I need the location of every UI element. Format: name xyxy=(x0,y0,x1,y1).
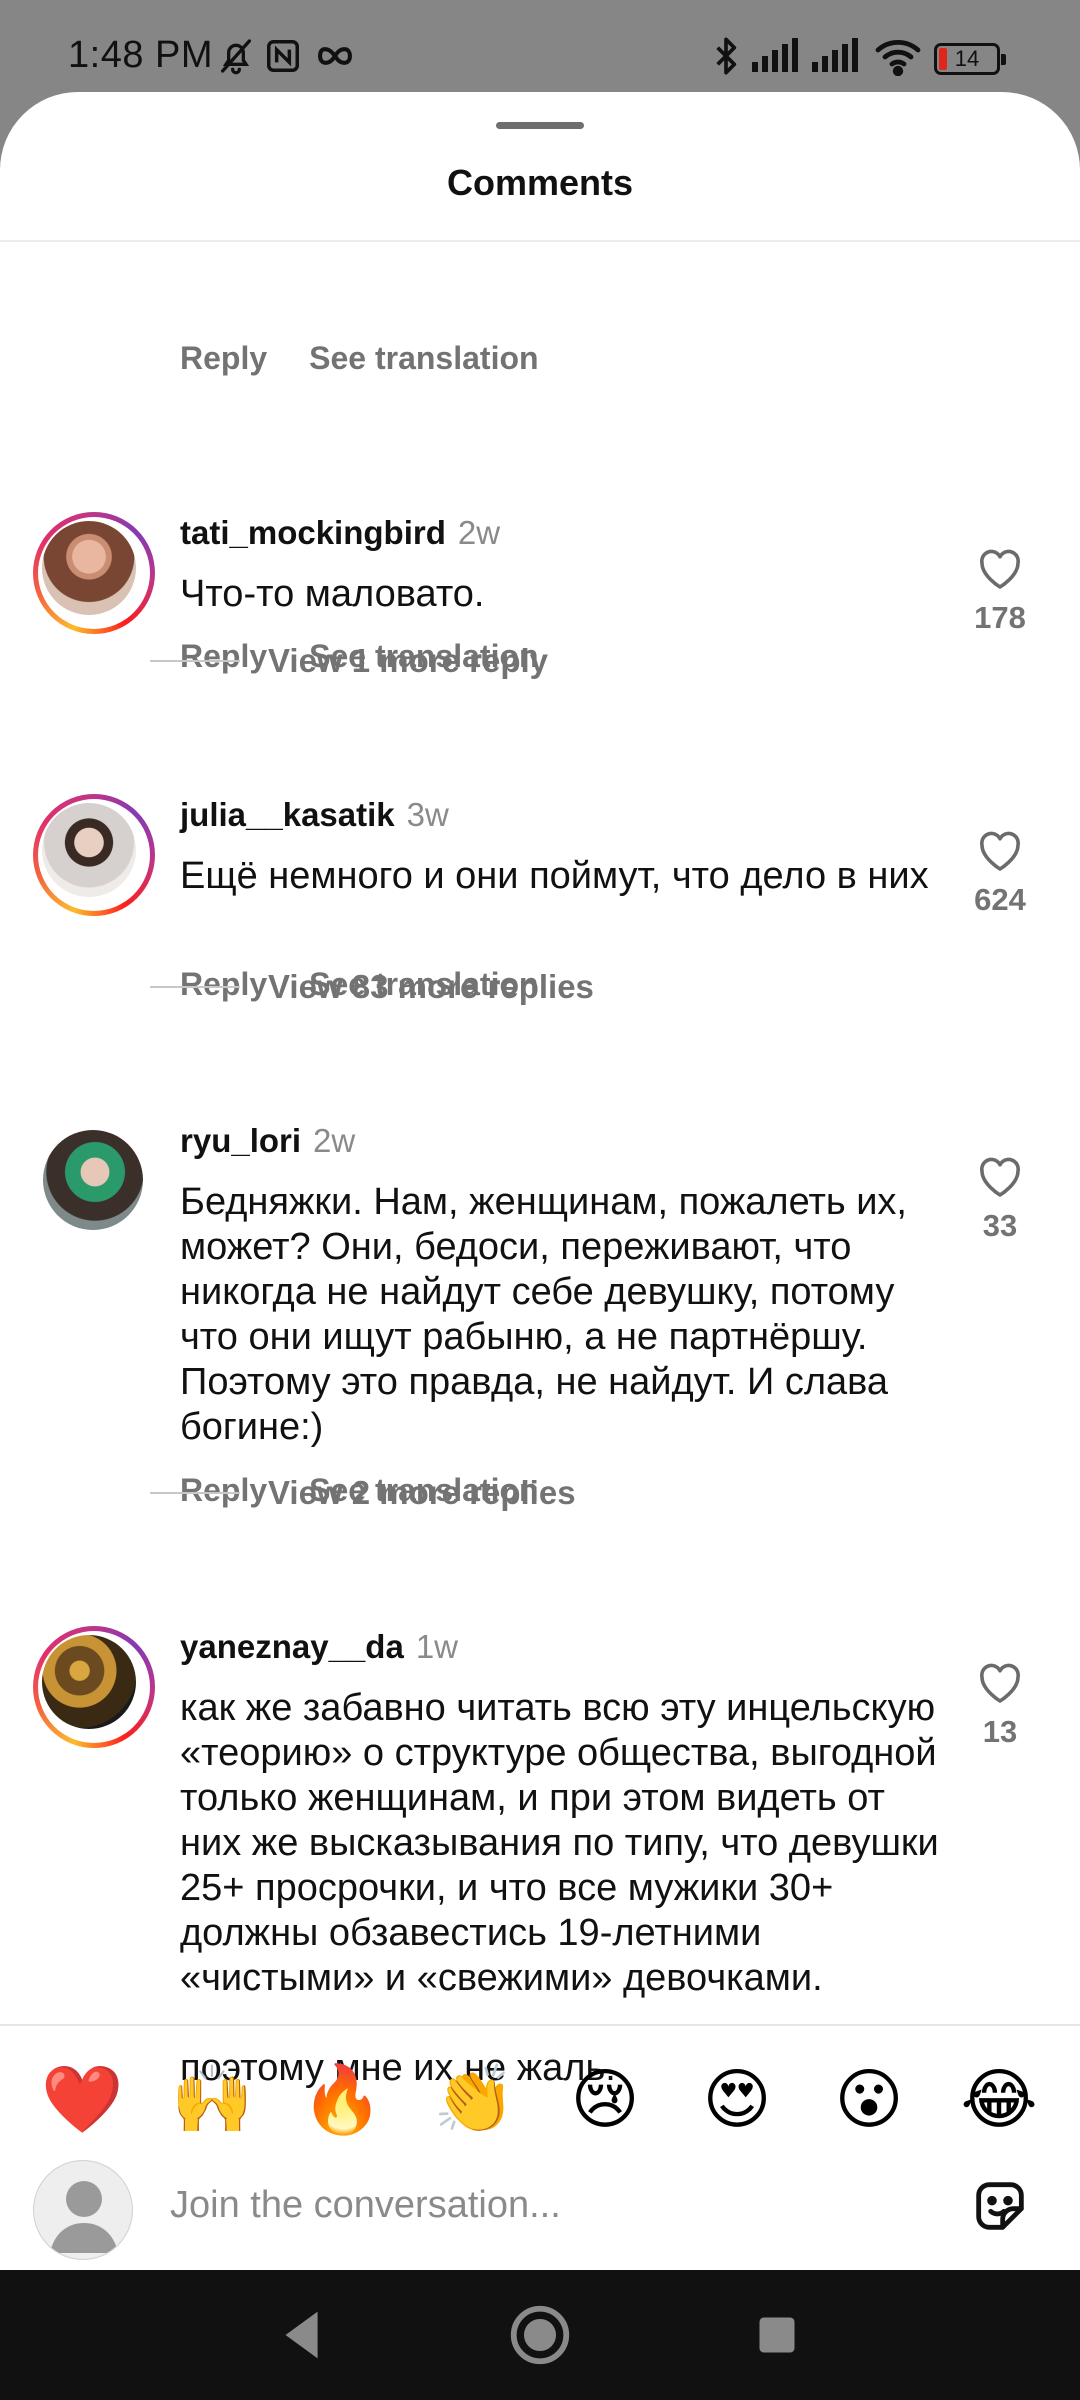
comment-composer xyxy=(0,2074,1080,2270)
view-more-replies[interactable]: View 2 more replies xyxy=(150,1474,576,1512)
battery-icon: 14 xyxy=(934,43,1006,75)
like-count: 33 xyxy=(982,1208,1018,1243)
comment-actions: Reply See translation xyxy=(180,340,539,377)
sheet-title: Comments xyxy=(446,162,634,203)
comment-header: tati_mockingbird 2w xyxy=(180,514,500,552)
signal-icon xyxy=(752,36,802,81)
view-more-replies[interactable]: View 1 more reply xyxy=(150,642,548,680)
view-more-label[interactable]: View 83 more replies xyxy=(268,968,594,1005)
bluetooth-icon xyxy=(710,36,742,81)
nfc-icon xyxy=(264,36,302,81)
like-count: 13 xyxy=(982,1714,1018,1749)
view-more-label[interactable]: View 1 more reply xyxy=(268,642,548,679)
avatar[interactable] xyxy=(33,1626,155,1748)
signal-icon xyxy=(812,36,862,81)
system-nav-bar xyxy=(0,2270,1080,2400)
user-avatar xyxy=(33,2160,133,2260)
heart-icon xyxy=(980,831,1020,871)
timestamp: 2w xyxy=(457,514,501,551)
username[interactable]: yaneznay__da xyxy=(180,1628,404,1665)
person-icon xyxy=(50,2181,118,2253)
username[interactable]: ryu_lori xyxy=(180,1122,301,1159)
timestamp: 3w xyxy=(406,796,449,833)
comments-sheet: Comments Reply See translation tati_mocki… xyxy=(0,92,1080,2270)
timestamp: 2w xyxy=(313,1122,356,1159)
reply-button[interactable]: Reply xyxy=(180,340,267,376)
comment-text: Ещё немного и они поймут, что дело в них xyxy=(180,855,929,897)
heart-icon xyxy=(980,1663,1020,1703)
back-icon[interactable] xyxy=(268,2300,338,2370)
like-button[interactable]: 624 xyxy=(960,828,1040,918)
mute-icon xyxy=(216,36,256,81)
view-more-label[interactable]: View 2 more replies xyxy=(268,1474,576,1511)
comment-text: Что-то маловато. xyxy=(180,573,485,615)
like-button[interactable]: 178 xyxy=(960,546,1040,636)
heart-icon xyxy=(980,549,1020,589)
timestamp: 1w xyxy=(415,1628,458,1665)
comment-input[interactable] xyxy=(170,2170,930,2240)
like-button[interactable]: 13 xyxy=(960,1660,1040,1750)
heart-icon xyxy=(980,1157,1020,1197)
like-button[interactable]: 33 xyxy=(960,1154,1040,1244)
comment-header: julia__kasatik 3w xyxy=(180,796,449,834)
avatar[interactable] xyxy=(43,1130,143,1230)
sticker-icon[interactable] xyxy=(968,2174,1038,2244)
username[interactable]: tati_mockingbird xyxy=(180,514,446,551)
battery-level: 14 xyxy=(954,46,980,71)
infinity-icon xyxy=(316,40,354,77)
like-count: 624 xyxy=(974,882,1026,917)
status-time: 1:48 PM xyxy=(68,34,214,76)
view-more-replies[interactable]: View 83 more replies xyxy=(150,968,594,1006)
see-translation-button[interactable]: See translation xyxy=(309,340,538,376)
comment-text: Бедняжки. Нам, женщинам, пожалеть их, мо… xyxy=(180,1181,907,1448)
home-icon[interactable] xyxy=(505,2300,575,2370)
avatar[interactable] xyxy=(33,512,155,634)
comments-list[interactable]: Reply See translation tati_mockingbird 2w … xyxy=(0,242,1080,2112)
drag-handle[interactable] xyxy=(496,122,584,129)
like-count: 178 xyxy=(974,600,1026,635)
recents-icon[interactable] xyxy=(742,2300,812,2370)
username[interactable]: julia__kasatik xyxy=(180,796,395,833)
comment-header: yaneznay__da 1w xyxy=(180,1628,458,1666)
comment-header: ryu_lori 2w xyxy=(180,1122,355,1160)
wifi-icon xyxy=(874,36,922,81)
battery-tip xyxy=(1001,54,1006,65)
avatar[interactable] xyxy=(33,794,155,916)
